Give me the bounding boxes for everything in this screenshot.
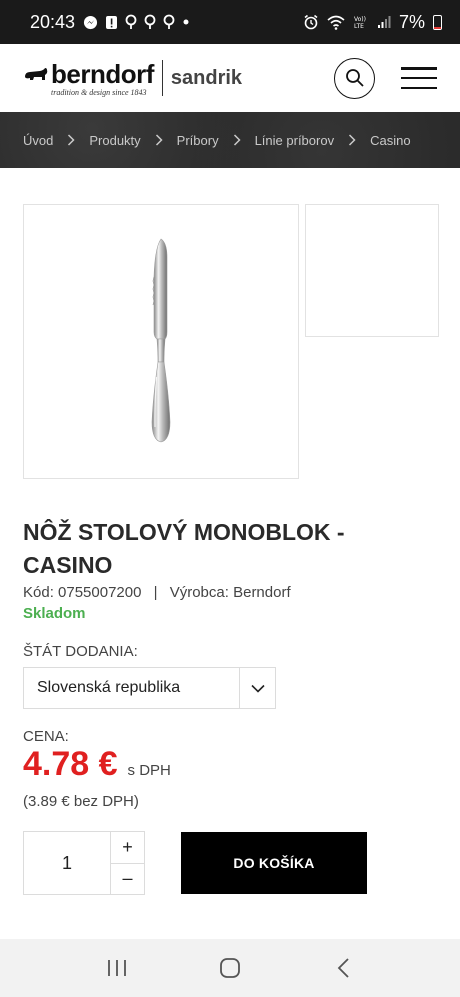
recent-apps-icon[interactable]	[97, 948, 137, 988]
battery-percent: 7%	[398, 11, 425, 32]
logo-wordmark: berndorf	[23, 59, 154, 90]
quantity-decrease-button[interactable]: –	[111, 862, 144, 895]
brand-tagline: tradition & design since 1843	[51, 88, 147, 97]
quantity-buttons: + –	[110, 832, 144, 894]
breadcrumb-home[interactable]: Úvod	[23, 133, 53, 148]
chevron-right-icon	[67, 134, 75, 146]
location-icon	[163, 14, 175, 29]
hamburger-menu-icon[interactable]	[401, 67, 437, 89]
back-icon[interactable]	[323, 948, 363, 988]
status-bar: 20:43 Vo)) LTE 7%	[0, 0, 460, 44]
home-icon[interactable]	[210, 948, 250, 988]
breadcrumb: Úvod Produkty Príbory Línie príborov Cas…	[0, 112, 460, 168]
price-label: CENA:	[23, 728, 69, 745]
code-value: 0755007200	[58, 584, 142, 601]
header-actions	[334, 57, 437, 99]
price-row: 4.78 € s DPH	[23, 745, 171, 784]
location-icon	[144, 14, 156, 29]
svg-text:LTE: LTE	[354, 23, 364, 30]
price-net: (3.89 € bez DPH)	[23, 793, 139, 810]
chevron-down-icon[interactable]	[239, 668, 275, 708]
search-icon	[345, 69, 364, 87]
knife-image	[151, 238, 171, 442]
code-label: Kód:	[23, 584, 54, 601]
breadcrumb-cutlery[interactable]: Príbory	[177, 133, 219, 148]
system-nav-bar	[0, 939, 460, 997]
volte-icon: Vo))LTE	[354, 16, 366, 30]
manufacturer-label: Výrobca:	[169, 584, 229, 601]
manufacturer-value: Berndorf	[233, 584, 291, 601]
add-to-cart-button[interactable]: DO KOŠÍKA	[181, 832, 367, 894]
brand-secondary[interactable]: sandrik	[171, 67, 242, 90]
alarm-icon	[304, 14, 318, 30]
delivery-country-select[interactable]: Slovenská republika	[23, 667, 276, 709]
quantity-increase-button[interactable]: +	[111, 832, 144, 863]
delivery-country-label: ŠTÁT DODANIA:	[23, 643, 138, 660]
alert-icon	[106, 15, 118, 29]
signal-icon	[377, 16, 391, 28]
breadcrumb-products[interactable]: Produkty	[89, 133, 140, 148]
product-meta: Kód: 0755007200 | Výrobca: Berndorf	[23, 584, 291, 601]
stock-status: Skladom	[23, 605, 86, 622]
logo-divider	[161, 60, 163, 96]
search-button[interactable]	[334, 57, 375, 99]
chevron-right-icon	[348, 134, 356, 146]
quantity-input[interactable]: 1	[24, 832, 110, 894]
bear-logo-icon	[25, 67, 48, 80]
breadcrumb-current: Casino	[370, 132, 411, 148]
price-vat-note: s DPH	[127, 762, 171, 779]
brand-primary: berndorf	[51, 59, 154, 89]
location-icon	[125, 14, 137, 29]
messenger-icon	[83, 15, 98, 29]
menu-line	[401, 67, 437, 70]
product-thumbnail[interactable]	[305, 204, 439, 337]
breadcrumb-cutlery-lines[interactable]: Línie príborov	[255, 133, 335, 148]
delivery-country-value: Slovenská republika	[37, 679, 181, 696]
status-time: 20:43	[30, 11, 76, 32]
chevron-right-icon	[233, 134, 241, 146]
quantity-stepper: 1 + –	[23, 831, 145, 895]
menu-line	[401, 76, 437, 80]
meta-separator: |	[153, 584, 158, 601]
site-header: berndorf tradition & design since 1843 s…	[0, 44, 460, 112]
status-indicators: Vo)) LTE 7%	[303, 12, 442, 33]
dot-icon	[183, 19, 189, 25]
svg-text:Vo)): Vo))	[354, 16, 366, 23]
price-value: 4.78 €	[23, 745, 118, 783]
berndorf-logo[interactable]: berndorf tradition & design since 1843	[23, 59, 154, 97]
product-main-image[interactable]	[23, 204, 299, 479]
wifi-icon	[327, 15, 345, 30]
notification-icons	[83, 14, 190, 30]
menu-line	[401, 86, 437, 89]
product-title: NÔŽ STOLOVÝ MONOBLOK - CASINO	[23, 519, 345, 578]
battery-icon	[433, 14, 442, 30]
chevron-right-icon	[155, 134, 163, 146]
